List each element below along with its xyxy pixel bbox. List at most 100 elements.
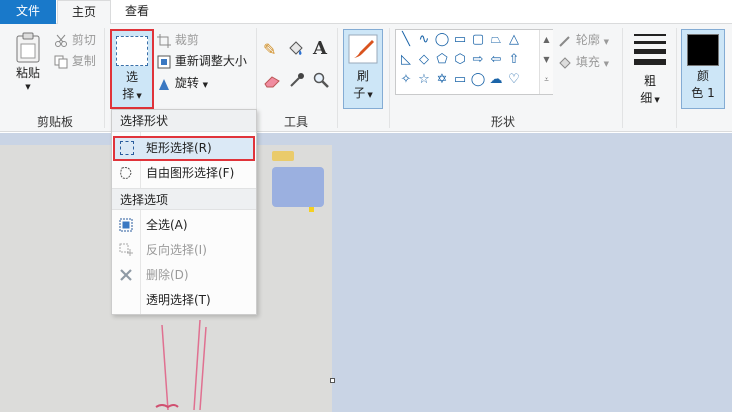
chevron-down-icon: ▼ — [134, 92, 142, 100]
paste-button[interactable]: 粘贴 ▼ — [8, 30, 48, 108]
menu-item-rectangular-selection[interactable]: 矩形选择(R) — [113, 136, 255, 161]
canvas-image-element — [272, 151, 294, 161]
canvas-image-element — [272, 167, 324, 207]
menu-header-selection-options: 选择选项 — [112, 188, 256, 210]
rectangle-shape-icon[interactable]: ▭ — [452, 32, 468, 48]
crop-button[interactable]: 裁剪 — [157, 30, 199, 50]
invert-selection-icon — [119, 243, 133, 256]
fill-bucket-icon[interactable] — [287, 40, 305, 58]
brushes-label-line2: 子 — [353, 86, 366, 100]
color1-label-line2: 色 1 — [691, 86, 715, 100]
cut-label: 剪切 — [71, 33, 96, 47]
menu-item-select-all[interactable]: 全选(A) — [112, 213, 256, 238]
scroll-up-icon[interactable]: ▲ — [540, 30, 553, 50]
shapes-gallery[interactable]: ╲ ∿ ◯ ▭ ▢ ⏢ △ ◺ ◇ ⬠ ⬡ ⇨ ⇦ ⇧ ✧ ☆ ✡ ▭ ◯ ☁ … — [395, 29, 553, 95]
paste-label: 粘贴 — [15, 66, 40, 80]
cut-button[interactable]: 剪切 — [54, 30, 96, 50]
six-point-star-shape-icon[interactable]: ✡ — [434, 72, 450, 88]
group-separator — [337, 28, 338, 128]
heart-shape-icon[interactable]: ♡ — [506, 72, 522, 88]
brushes-button[interactable]: 刷 子 ▼ — [343, 29, 383, 109]
select-rectangle-icon — [116, 36, 148, 66]
menu-item-invert-selection[interactable]: 反向选择(I) — [112, 238, 256, 263]
tools-grid: ✎ A — [263, 38, 333, 98]
triangle-shape-icon[interactable]: △ — [506, 32, 522, 48]
chevron-down-icon: ▼ — [603, 60, 610, 68]
tab-file[interactable]: 文件 — [0, 0, 56, 24]
rotate-label: 旋转 — [174, 76, 199, 90]
fill-button[interactable]: 填充 ▼ — [558, 52, 609, 72]
pentagon-shape-icon[interactable]: ⬠ — [434, 52, 450, 68]
expand-gallery-icon[interactable]: ⩡ — [540, 70, 553, 90]
menu-item-transparent-selection[interactable]: 透明选择(T) — [112, 288, 256, 313]
brush-icon — [348, 34, 378, 64]
resize-icon — [157, 55, 171, 68]
size-button[interactable]: 粗 细 ▼ — [628, 30, 672, 108]
magnifier-icon[interactable] — [313, 72, 329, 88]
hexagon-shape-icon[interactable]: ⬡ — [452, 52, 468, 68]
canvas-workspace — [0, 133, 732, 412]
right-triangle-shape-icon[interactable]: ◺ — [398, 52, 414, 68]
brushes-label-line1: 刷 — [356, 69, 369, 83]
callout-oval-shape-icon[interactable]: ◯ — [470, 72, 486, 88]
eraser-icon[interactable] — [263, 74, 281, 88]
select-button[interactable]: 选 择 ▼ — [110, 29, 154, 109]
select-label-line2: 择 — [122, 87, 135, 101]
resize-label: 重新调整大小 — [174, 54, 247, 68]
diamond-shape-icon[interactable]: ◇ — [416, 52, 432, 68]
callout-rect-shape-icon[interactable]: ▭ — [452, 72, 468, 88]
curve-shape-icon[interactable]: ∿ — [416, 32, 432, 48]
four-point-star-shape-icon[interactable]: ✧ — [398, 72, 414, 88]
group-separator — [676, 28, 677, 128]
crop-label: 裁剪 — [174, 33, 199, 47]
menu-item-label: 全选(A) — [146, 218, 188, 232]
copy-button[interactable]: 复制 — [54, 51, 96, 71]
tab-home[interactable]: 主页 — [57, 0, 111, 25]
select-all-icon — [119, 218, 133, 232]
five-point-star-shape-icon[interactable]: ☆ — [416, 72, 432, 88]
ribbon-tab-bar: 文件 主页 查看 — [0, 0, 732, 25]
pencil-icon[interactable]: ✎ — [263, 40, 276, 59]
group-separator — [104, 28, 105, 128]
chevron-down-icon: ▼ — [25, 83, 31, 91]
menu-item-free-form-selection[interactable]: 自由图形选择(F) — [112, 161, 256, 186]
line-width-icon — [634, 34, 666, 65]
callout-cloud-shape-icon[interactable]: ☁ — [488, 72, 504, 88]
select-label-line1: 选 — [125, 70, 138, 84]
chevron-down-icon: ▼ — [202, 81, 209, 89]
menu-item-label: 透明选择(T) — [146, 293, 211, 307]
scroll-down-icon[interactable]: ▼ — [540, 50, 553, 70]
up-arrow-shape-icon[interactable]: ⇧ — [506, 52, 522, 68]
group-label-shapes: 形状 — [490, 115, 515, 129]
resize-button[interactable]: 重新调整大小 — [157, 51, 247, 71]
color1-label-line1: 颜 — [696, 69, 709, 83]
tab-view[interactable]: 查看 — [112, 0, 162, 24]
right-arrow-shape-icon[interactable]: ⇨ — [470, 52, 486, 68]
copy-icon — [54, 55, 68, 68]
crop-icon — [157, 33, 171, 48]
color-picker-icon[interactable] — [289, 72, 305, 88]
color1-button[interactable]: 颜 色 1 — [681, 29, 725, 109]
menu-header-selection-shapes: 选择形状 — [112, 110, 256, 132]
outline-button[interactable]: 轮廓 ▼ — [558, 30, 609, 50]
shapes-scrollbar[interactable]: ▲ ▼ ⩡ — [539, 30, 553, 94]
chevron-down-icon: ▼ — [365, 91, 373, 99]
outline-label: 轮廓 — [575, 33, 600, 47]
oval-shape-icon[interactable]: ◯ — [434, 32, 450, 48]
size-label-line1: 粗 — [643, 74, 656, 88]
menu-item-label: 自由图形选择(F) — [146, 166, 235, 180]
outline-icon — [559, 35, 570, 47]
line-shape-icon[interactable]: ╲ — [398, 32, 414, 48]
color1-swatch — [687, 34, 719, 66]
left-arrow-shape-icon[interactable]: ⇦ — [488, 52, 504, 68]
rectangle-select-icon — [120, 141, 134, 155]
canvas-resize-handle[interactable] — [330, 378, 335, 383]
rotate-button[interactable]: 旋转 ▼ — [157, 73, 208, 93]
group-separator — [389, 28, 390, 128]
text-tool-icon[interactable]: A — [313, 38, 327, 59]
fill-label: 填充 — [575, 55, 600, 69]
group-label-clipboard: 剪贴板 — [36, 115, 73, 129]
polygon-shape-icon[interactable]: ⏢ — [488, 32, 504, 48]
rounded-rectangle-shape-icon[interactable]: ▢ — [470, 32, 486, 48]
menu-item-delete[interactable]: 删除(D) — [112, 263, 256, 288]
